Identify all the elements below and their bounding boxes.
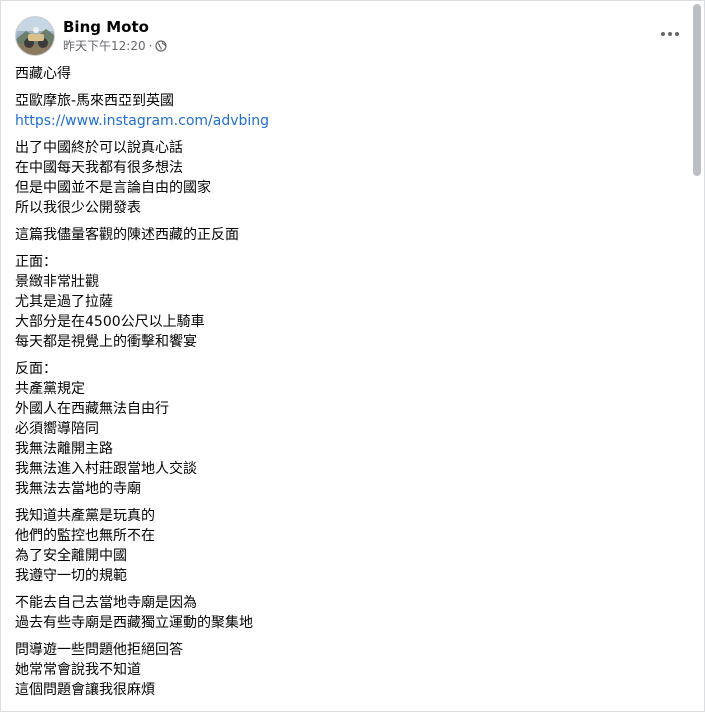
- paragraph-2: 這篇我儘量客觀的陳述西藏的正反面: [15, 225, 675, 245]
- author-name[interactable]: Bing Moto: [63, 17, 149, 37]
- post-window: Bing Moto 昨天下午12:20 · 西藏心得 亞歐摩旅-馬來西亞到英國 …: [0, 0, 705, 712]
- text-line: 問導遊一些問題他拒絕回答: [15, 642, 183, 658]
- text-line: 不能去自己去當地寺廟是因為: [15, 595, 197, 611]
- text-line: 反面：: [15, 361, 57, 377]
- meta-separator: ·: [148, 39, 153, 53]
- text-line: 我無法去當地的寺廟: [15, 481, 141, 497]
- text-line: 我遵守一切的規範: [15, 568, 127, 584]
- intro-paragraph: 亞歐摩旅-馬來西亞到英國 https://www.instagram.com/a…: [15, 91, 675, 131]
- paragraph-3: 正面： 景緻非常壯觀 尤其是過了拉薩 大部分是在4500公尺以上騎車 每天都是視…: [15, 252, 675, 352]
- text-line: 在中國每天我都有很多想法: [15, 160, 183, 176]
- post-content: 西藏心得 亞歐摩旅-馬來西亞到英國 https://www.instagram.…: [15, 64, 675, 707]
- text-line: 但是中國並不是言論自由的國家: [15, 180, 211, 196]
- text-line: 尤其是過了拉薩: [15, 294, 113, 310]
- post-title: 西藏心得: [15, 66, 71, 82]
- post-timestamp[interactable]: 昨天下午12:20: [63, 38, 146, 54]
- instagram-link[interactable]: https://www.instagram.com/advbing: [15, 111, 675, 131]
- avatar-image: [16, 17, 54, 55]
- text-line: 正面：: [15, 254, 57, 270]
- scrollbar[interactable]: [693, 4, 701, 710]
- post-header: Bing Moto 昨天下午12:20 ·: [15, 16, 690, 56]
- text-line: 大部分是在4500公尺以上騎車: [15, 314, 205, 330]
- avatar[interactable]: [15, 16, 55, 56]
- scrollbar-thumb[interactable]: [693, 4, 701, 176]
- post-title-paragraph: 西藏心得: [15, 64, 675, 84]
- text-line: 外國人在西藏無法自由行: [15, 401, 169, 417]
- text-line: 她常常會說我不知道: [15, 662, 141, 678]
- paragraph-7: 問導遊一些問題他拒絕回答 她常常會說我不知道 這個問題會讓我很麻煩: [15, 640, 675, 700]
- text-line: 我無法離開主路: [15, 441, 113, 457]
- text-line: 我無法進入村莊跟當地人交談: [15, 461, 197, 477]
- text-line: 所以我很少公開發表: [15, 200, 141, 216]
- text-line: 這個問題會讓我很麻煩: [15, 682, 155, 698]
- paragraph-6: 不能去自己去當地寺廟是因為 過去有些寺廟是西藏獨立運動的聚集地: [15, 593, 675, 633]
- text-line: 景緻非常壯觀: [15, 274, 99, 290]
- text-line: 我知道共產黨是玩真的: [15, 508, 155, 524]
- paragraph-4: 反面： 共產黨規定 外國人在西藏無法自由行 必須嚮導陪同 我無法離開主路 我無法…: [15, 359, 675, 499]
- more-options-icon: [661, 32, 679, 36]
- paragraph-5: 我知道共產黨是玩真的 他們的監控也無所不在 為了安全離開中國 我遵守一切的規範: [15, 506, 675, 586]
- intro-line: 亞歐摩旅-馬來西亞到英國: [15, 93, 175, 109]
- more-options-button[interactable]: [654, 18, 686, 50]
- paragraph-1: 出了中國終於可以說真心話 在中國每天我都有很多想法 但是中國並不是言論自由的國家…: [15, 138, 675, 218]
- text-line: 他們的監控也無所不在: [15, 528, 155, 544]
- text-line: 每天都是視覺上的衝擊和饗宴: [15, 334, 197, 350]
- text-line: 出了中國終於可以說真心話: [15, 140, 183, 156]
- text-line: 共產黨規定: [15, 381, 85, 397]
- text-line: 過去有些寺廟是西藏獨立運動的聚集地: [15, 615, 253, 631]
- text-line: 必須嚮導陪同: [15, 421, 99, 437]
- text-line: 為了安全離開中國: [15, 548, 127, 564]
- post-meta: 昨天下午12:20 ·: [63, 38, 168, 54]
- globe-icon[interactable]: [155, 40, 168, 52]
- text-line: 這篇我儘量客觀的陳述西藏的正反面: [15, 227, 239, 243]
